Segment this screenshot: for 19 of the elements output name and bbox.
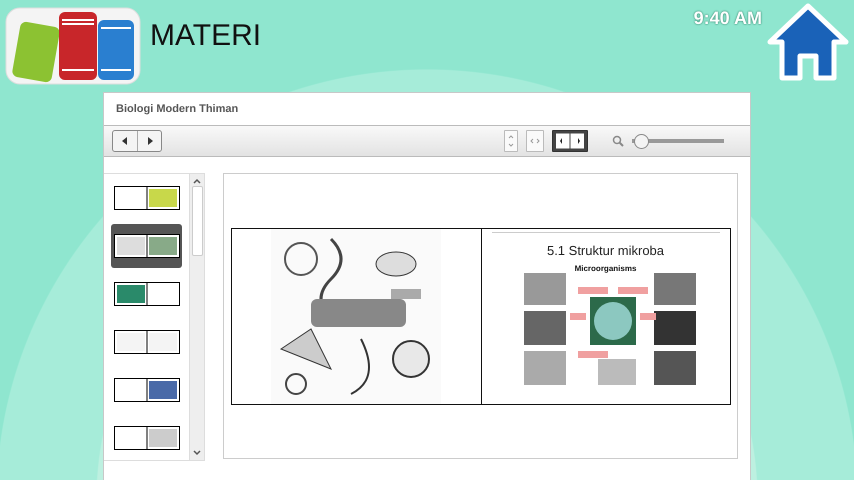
left-arrow-icon	[121, 136, 129, 146]
scroll-down-icon[interactable]	[193, 450, 201, 456]
diagram-title: Microorganisms	[574, 264, 636, 272]
slide-heading: 5.1 Struktur mikroba	[546, 242, 664, 258]
right-arrow-icon	[146, 136, 154, 146]
slider-thumb[interactable]	[634, 134, 650, 148]
zoom-icon	[612, 135, 624, 147]
books-icon	[4, 6, 142, 86]
scroll-up-icon[interactable]	[193, 178, 201, 184]
scrollbar-thumb[interactable]	[192, 186, 202, 256]
page-title: MATERI	[150, 19, 262, 53]
two-page-icon	[555, 133, 585, 149]
thumbnail-scrollbar[interactable]	[189, 174, 204, 460]
vertical-scroll-icon	[507, 133, 515, 149]
document-title: Biologi Modern Thiman	[115, 102, 240, 117]
status-clock: 9:40 AM	[694, 8, 762, 29]
view-mode-button[interactable]	[552, 130, 588, 152]
page-thumbnail[interactable]	[111, 224, 182, 268]
home-icon[interactable]	[766, 2, 850, 82]
